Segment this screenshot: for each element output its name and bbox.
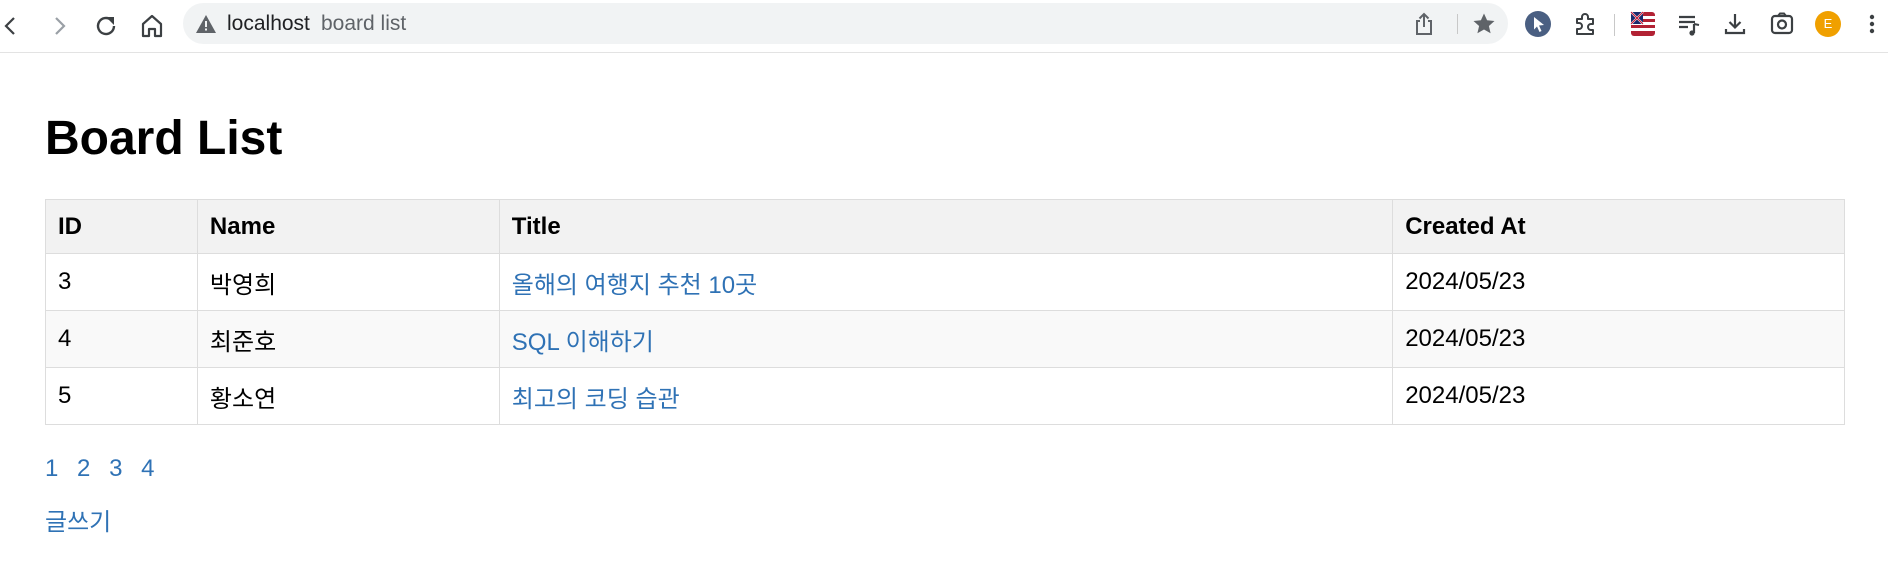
download-icon bbox=[1724, 14, 1746, 35]
cell-name: 황소연 bbox=[196, 367, 500, 425]
cursor-extension-icon bbox=[1525, 11, 1551, 37]
write-post: 글쓰기 bbox=[45, 509, 111, 537]
warning-icon[interactable] bbox=[195, 13, 217, 35]
cell-title: 올해의 여행지 추천 10곳 bbox=[498, 253, 1394, 311]
cell-title: 최고의 코딩 습관 bbox=[498, 367, 1394, 425]
screenshot-button[interactable] bbox=[1766, 8, 1798, 40]
menu-icon bbox=[1869, 14, 1875, 34]
cell-created-at: 2024/05/23 bbox=[1392, 310, 1845, 368]
column-header-id: ID bbox=[45, 199, 198, 254]
page-link-4[interactable]: 4 bbox=[141, 455, 154, 482]
page-link-1[interactable]: 1 bbox=[45, 455, 58, 482]
column-header-name: Name bbox=[196, 199, 500, 254]
cell-id: 5 bbox=[45, 367, 198, 425]
share-icon[interactable] bbox=[1411, 11, 1437, 37]
reload-icon bbox=[96, 16, 116, 36]
board-table: ID Name Title Created At 3 박영희 올해의 여행지 추… bbox=[45, 199, 1845, 425]
cell-id: 4 bbox=[45, 310, 198, 368]
page-title: Board List bbox=[45, 112, 283, 165]
post-title-link[interactable]: 최고의 코딩 습관 bbox=[512, 386, 680, 413]
page-link-3[interactable]: 3 bbox=[109, 455, 122, 482]
back-icon bbox=[4, 17, 15, 35]
reload-button[interactable] bbox=[84, 4, 128, 48]
page-link-2[interactable]: 2 bbox=[77, 455, 90, 482]
home-button[interactable] bbox=[130, 4, 174, 48]
playlist-icon bbox=[1679, 15, 1700, 36]
menu-button[interactable] bbox=[1856, 8, 1888, 40]
table-row: 4 최준호 SQL 이해하기 2024/05/23 bbox=[45, 310, 1845, 368]
back-button[interactable] bbox=[0, 4, 32, 48]
forward-button[interactable] bbox=[38, 4, 82, 48]
url-host: localhost bbox=[227, 12, 310, 35]
profile-button[interactable]: E bbox=[1812, 8, 1844, 40]
cell-name: 박영희 bbox=[196, 253, 500, 311]
puzzle-icon bbox=[1576, 13, 1594, 35]
address-bar[interactable]: localhost board list bbox=[183, 3, 1508, 44]
post-title-link[interactable]: SQL 이해하기 bbox=[512, 329, 654, 356]
divider bbox=[1614, 14, 1615, 36]
cell-id: 3 bbox=[45, 253, 198, 311]
extensions-button[interactable] bbox=[1569, 8, 1601, 40]
table-header-row: ID Name Title Created At bbox=[45, 199, 1845, 254]
table-row: 5 황소연 최고의 코딩 습관 2024/05/23 bbox=[45, 367, 1845, 425]
forward-icon bbox=[55, 17, 66, 35]
write-post-link[interactable]: 글쓰기 bbox=[45, 509, 111, 536]
column-header-created-at: Created At bbox=[1392, 199, 1845, 254]
home-icon bbox=[141, 14, 163, 38]
flag-extension-icon bbox=[1630, 11, 1655, 36]
screenshot-icon bbox=[1770, 12, 1794, 35]
column-header-title: Title bbox=[498, 199, 1394, 254]
cell-title: SQL 이해하기 bbox=[498, 310, 1394, 368]
avatar-initial: E bbox=[1823, 16, 1833, 31]
cell-created-at: 2024/05/23 bbox=[1392, 367, 1845, 425]
flag-extension-button[interactable] bbox=[1627, 8, 1659, 40]
star-icon[interactable] bbox=[1471, 11, 1497, 37]
pagination: 1 2 3 4 bbox=[45, 455, 166, 483]
playlist-button[interactable] bbox=[1673, 8, 1705, 40]
divider bbox=[1457, 14, 1458, 34]
cell-name: 최준호 bbox=[196, 310, 500, 368]
post-title-link[interactable]: 올해의 여행지 추천 10곳 bbox=[512, 272, 757, 299]
cursor-extension-button[interactable] bbox=[1522, 8, 1554, 40]
url-path: board list bbox=[321, 12, 407, 35]
cell-created-at: 2024/05/23 bbox=[1392, 253, 1845, 311]
browser-toolbar: localhost board list E bbox=[0, 0, 1888, 53]
downloads-button[interactable] bbox=[1719, 8, 1751, 40]
table-row: 3 박영희 올해의 여행지 추천 10곳 2024/05/23 bbox=[45, 253, 1845, 311]
